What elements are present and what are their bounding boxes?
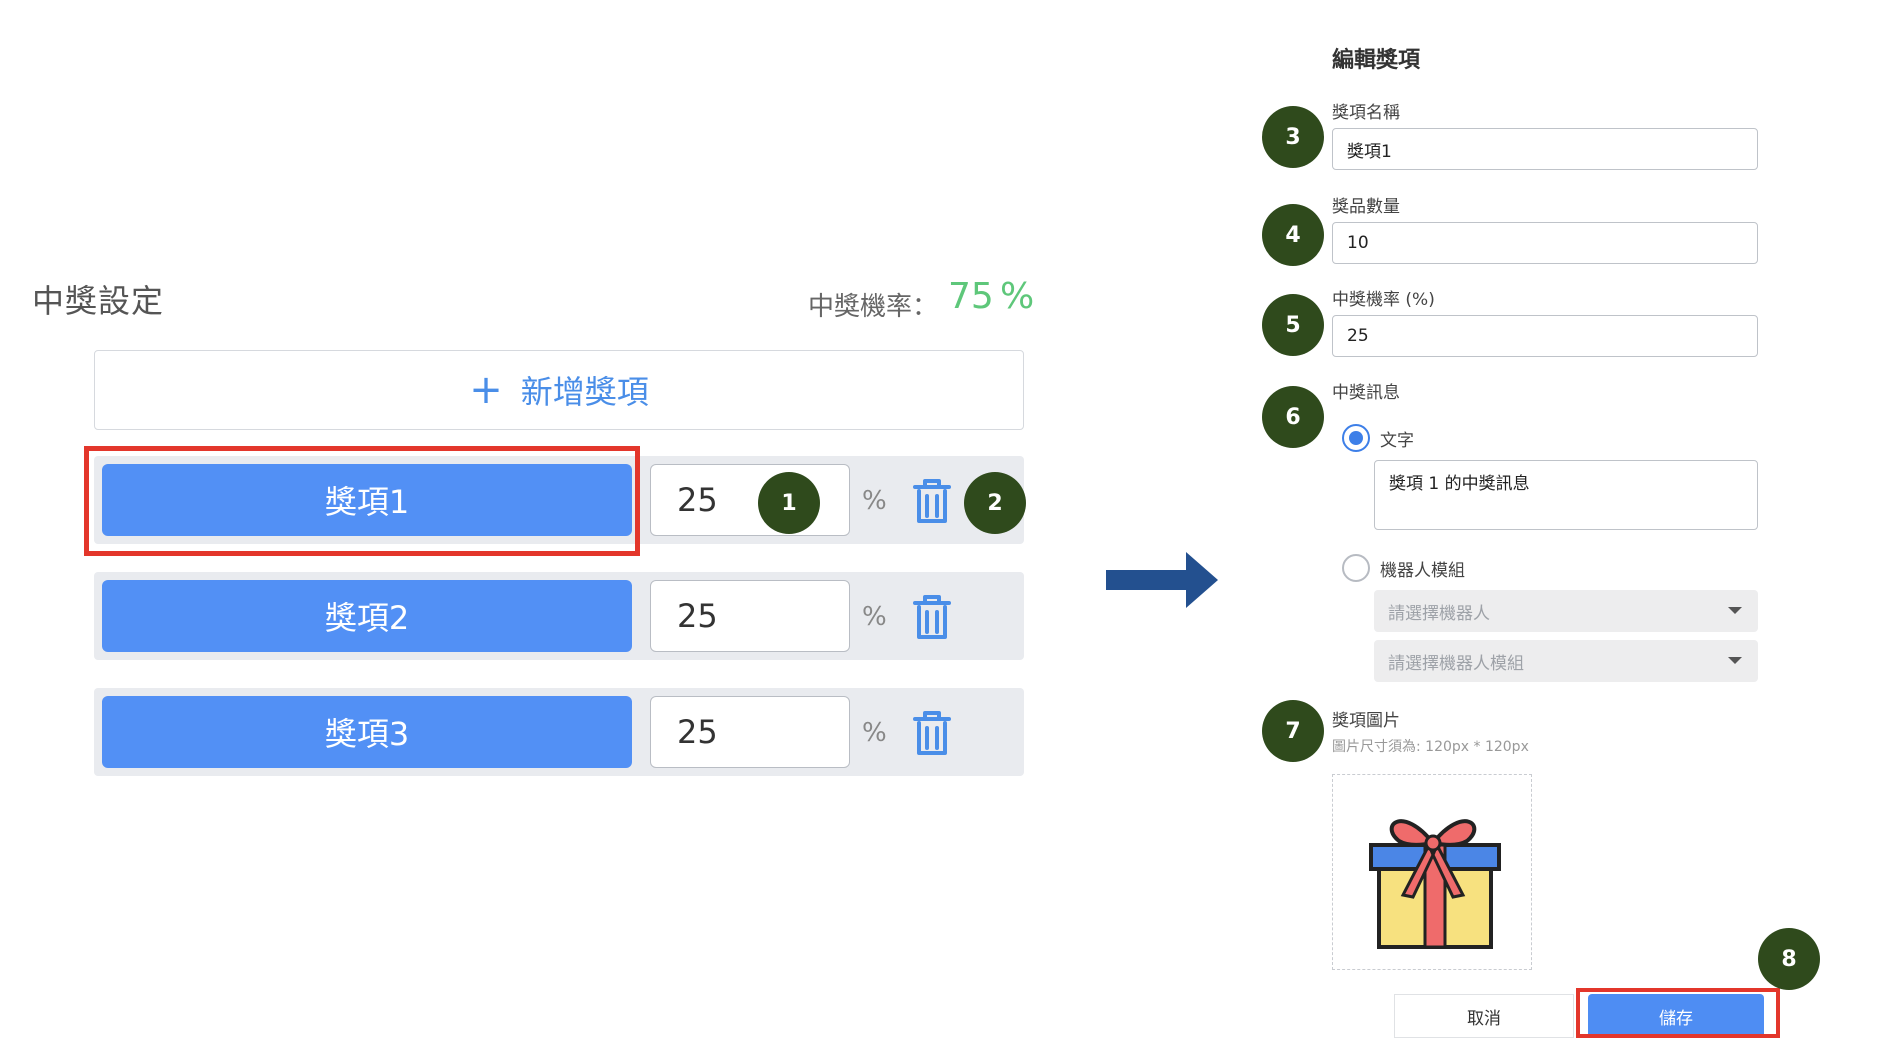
- cancel-label: 取消: [1467, 1008, 1501, 1029]
- arrow-right-icon: [1106, 552, 1218, 608]
- prize-label: 獎項2: [324, 599, 410, 637]
- rate-label: 中獎機率 (%): [1332, 290, 1435, 310]
- step-badge-8: 8: [1758, 928, 1820, 990]
- prize-image-label: 獎項圖片: [1332, 711, 1400, 731]
- highlight-box: [84, 446, 640, 556]
- plus-icon: +: [469, 367, 503, 413]
- quantity-label: 獎品數量: [1332, 197, 1400, 217]
- step-badge-4: 4: [1262, 204, 1324, 266]
- step-badge-5: 5: [1262, 294, 1324, 356]
- prize-rate-value: 25: [677, 713, 718, 751]
- bot-select-placeholder: 請選擇機器人: [1388, 603, 1490, 624]
- prize-name-value: 獎項1: [1347, 141, 1392, 162]
- prize-rate-input-3[interactable]: 25: [650, 696, 850, 768]
- prize-name-input[interactable]: 獎項1: [1332, 128, 1758, 170]
- step-badge-6: 6: [1262, 386, 1324, 448]
- prize-label: 獎項3: [324, 715, 410, 753]
- message-label: 中獎訊息: [1332, 383, 1400, 403]
- prize-button-2[interactable]: 獎項2: [102, 580, 632, 652]
- bot-module-select-placeholder: 請選擇機器人模組: [1388, 653, 1524, 674]
- percent-label: %: [862, 602, 887, 632]
- message-text-value: 獎項 1 的中獎訊息: [1389, 474, 1530, 494]
- step-badge-2: 2: [964, 472, 1026, 534]
- prize-rate-value: 25: [677, 597, 718, 635]
- add-prize-label: 新增獎項: [520, 373, 649, 411]
- radio-text-label: 文字: [1380, 431, 1414, 451]
- prize-rate-value: 25: [677, 481, 718, 519]
- rate-input[interactable]: 25: [1332, 315, 1758, 357]
- bot-select[interactable]: 請選擇機器人: [1374, 590, 1758, 632]
- chevron-down-icon: [1728, 657, 1742, 664]
- total-rate-label: 中獎機率：: [808, 292, 939, 322]
- prize-button-3[interactable]: 獎項3: [102, 696, 632, 768]
- trash-icon[interactable]: [910, 592, 954, 642]
- trash-icon[interactable]: [910, 708, 954, 758]
- quantity-value: 10: [1347, 233, 1369, 253]
- trash-icon[interactable]: [910, 476, 954, 526]
- image-upload-area[interactable]: [1332, 774, 1532, 970]
- rate-value: 25: [1347, 326, 1369, 346]
- image-size-hint: 圖片尺寸須為: 120px * 120px: [1332, 739, 1529, 755]
- prize-rate-input-2[interactable]: 25: [650, 580, 850, 652]
- add-prize-button[interactable]: + 新增獎項: [94, 350, 1024, 430]
- total-rate-value: 75: [948, 276, 994, 317]
- percent-label: %: [862, 486, 887, 516]
- radio-text[interactable]: [1342, 424, 1370, 452]
- quantity-input[interactable]: 10: [1332, 222, 1758, 264]
- step-badge-7: 7: [1262, 700, 1324, 762]
- step-badge-1: 1: [758, 472, 820, 534]
- percent-label: %: [862, 718, 887, 748]
- prize-rate-input-1[interactable]: 25: [650, 464, 850, 536]
- cancel-button[interactable]: 取消: [1394, 994, 1574, 1038]
- message-textarea[interactable]: 獎項 1 的中獎訊息: [1374, 460, 1758, 530]
- total-rate-unit: %: [1000, 276, 1035, 317]
- radio-bot-module-label: 機器人模組: [1380, 561, 1465, 581]
- gift-icon: [1369, 819, 1501, 949]
- save-highlight-box: [1576, 988, 1780, 1038]
- step-badge-3: 3: [1262, 106, 1324, 168]
- radio-bot-module[interactable]: [1342, 554, 1370, 582]
- chevron-down-icon: [1728, 607, 1742, 614]
- edit-panel-title: 編輯獎項: [1332, 48, 1421, 73]
- prize-name-label: 獎項名稱: [1332, 103, 1400, 123]
- bot-module-select[interactable]: 請選擇機器人模組: [1374, 640, 1758, 682]
- section-title: 中獎設定: [32, 282, 165, 320]
